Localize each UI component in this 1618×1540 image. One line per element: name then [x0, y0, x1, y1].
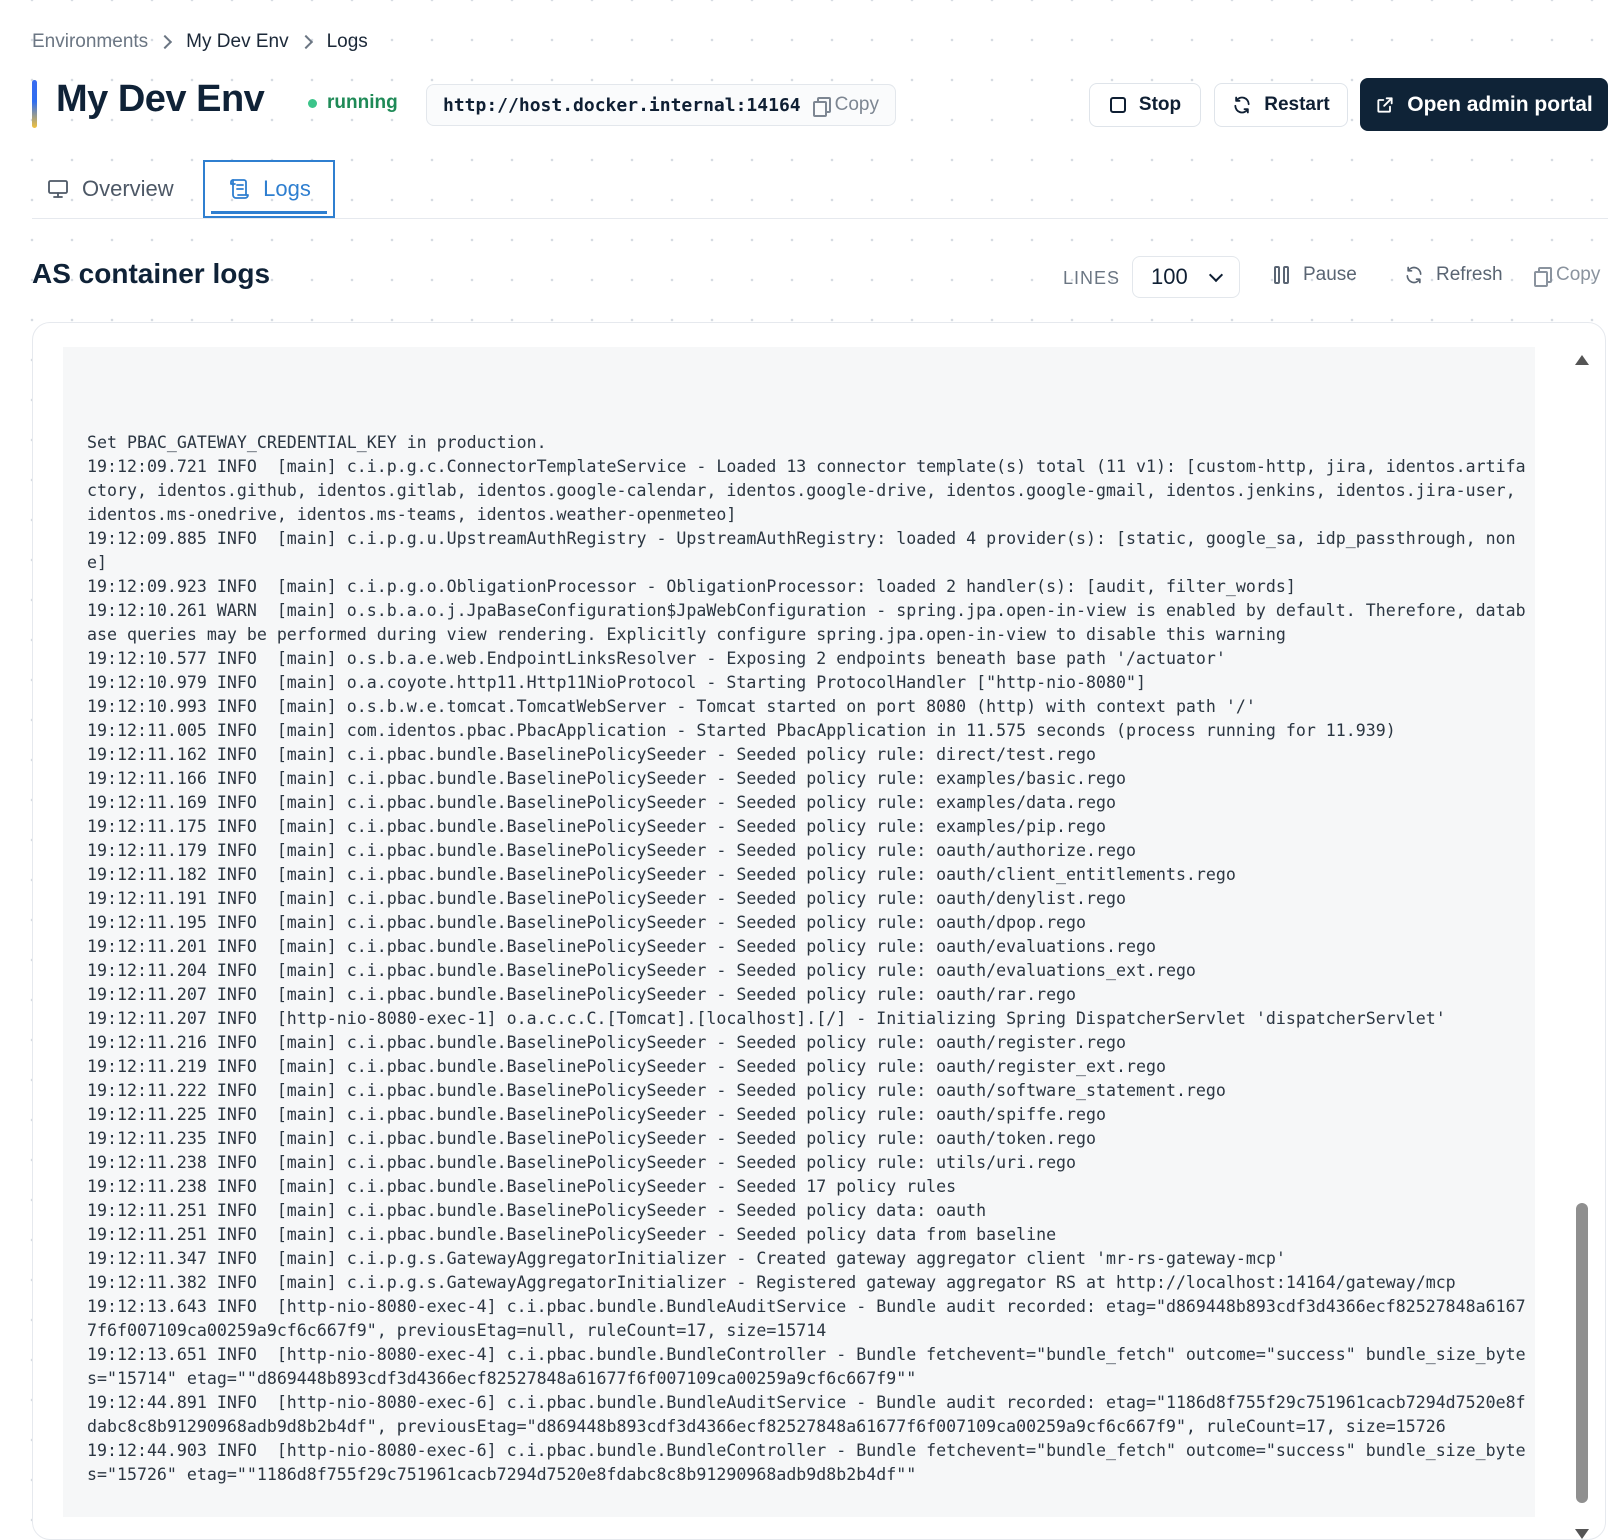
tabs-divider	[32, 218, 1608, 219]
tab-logs[interactable]: Logs	[203, 160, 335, 218]
log-output: Set PBAC_GATEWAY_CREDENTIAL_KEY in produ…	[87, 433, 1526, 1484]
copy-logs-button[interactable]: Copy	[1534, 264, 1601, 287]
log-card: Set PBAC_GATEWAY_CREDENTIAL_KEY in produ…	[32, 322, 1606, 1540]
open-admin-portal-button[interactable]: Open admin portal	[1360, 78, 1608, 131]
scroll-up-arrow-icon[interactable]	[1575, 355, 1589, 365]
copy-url-label: Copy	[834, 94, 879, 115]
scroll-down-arrow-icon[interactable]	[1575, 1529, 1589, 1539]
tab-overview[interactable]: Overview	[46, 160, 196, 218]
pause-label: Pause	[1303, 264, 1357, 285]
open-admin-portal-label: Open admin portal	[1407, 92, 1593, 116]
chevron-down-icon	[1208, 267, 1224, 283]
monitor-icon	[46, 177, 70, 201]
log-scrollbar[interactable]	[1573, 347, 1591, 1539]
restart-label: Restart	[1264, 94, 1330, 115]
environment-url: http://host.docker.internal:14164	[443, 94, 801, 116]
refresh-label: Refresh	[1436, 264, 1503, 285]
stop-label: Stop	[1138, 94, 1182, 115]
status-dot-icon	[308, 98, 317, 108]
lines-select-value: 100	[1151, 264, 1188, 289]
breadcrumb-my-dev-env[interactable]: My Dev Env	[186, 31, 288, 53]
breadcrumb-environments[interactable]: Environments	[32, 31, 148, 53]
page-title: My Dev Env	[56, 78, 265, 120]
copy-url-button[interactable]: Copy	[812, 94, 879, 117]
chevron-right-icon	[158, 34, 173, 50]
restart-icon	[1232, 95, 1252, 115]
title-accent-bar	[32, 80, 37, 128]
scroll-icon	[227, 177, 251, 201]
copy-icon	[812, 97, 831, 117]
breadcrumb-logs: Logs	[326, 31, 368, 52]
pause-icon	[1273, 265, 1291, 285]
log-viewer[interactable]: Set PBAC_GATEWAY_CREDENTIAL_KEY in produ…	[63, 347, 1535, 1517]
pause-button[interactable]: Pause	[1273, 264, 1357, 286]
logs-section-title: AS container logs	[32, 258, 271, 289]
stop-button[interactable]: Stop	[1089, 83, 1201, 127]
status-label: running	[327, 92, 398, 113]
lines-label: LINES	[1063, 268, 1121, 288]
external-link-icon	[1375, 95, 1395, 115]
scrollbar-thumb[interactable]	[1576, 1203, 1588, 1503]
lines-select[interactable]: 100	[1132, 256, 1240, 298]
url-box: http://host.docker.internal:14164 Copy	[426, 84, 896, 126]
refresh-icon	[1404, 265, 1424, 285]
breadcrumb: Environments My Dev Env Logs	[32, 30, 368, 54]
copy-icon	[1534, 267, 1552, 287]
copy-logs-label: Copy	[1556, 264, 1601, 285]
tab-overview-label: Overview	[82, 176, 174, 201]
tab-logs-label: Logs	[263, 176, 311, 201]
refresh-button[interactable]: Refresh	[1404, 264, 1503, 286]
stop-icon	[1109, 96, 1127, 114]
status-badge: running	[308, 92, 398, 114]
chevron-right-icon	[298, 34, 313, 50]
restart-button[interactable]: Restart	[1214, 83, 1348, 127]
